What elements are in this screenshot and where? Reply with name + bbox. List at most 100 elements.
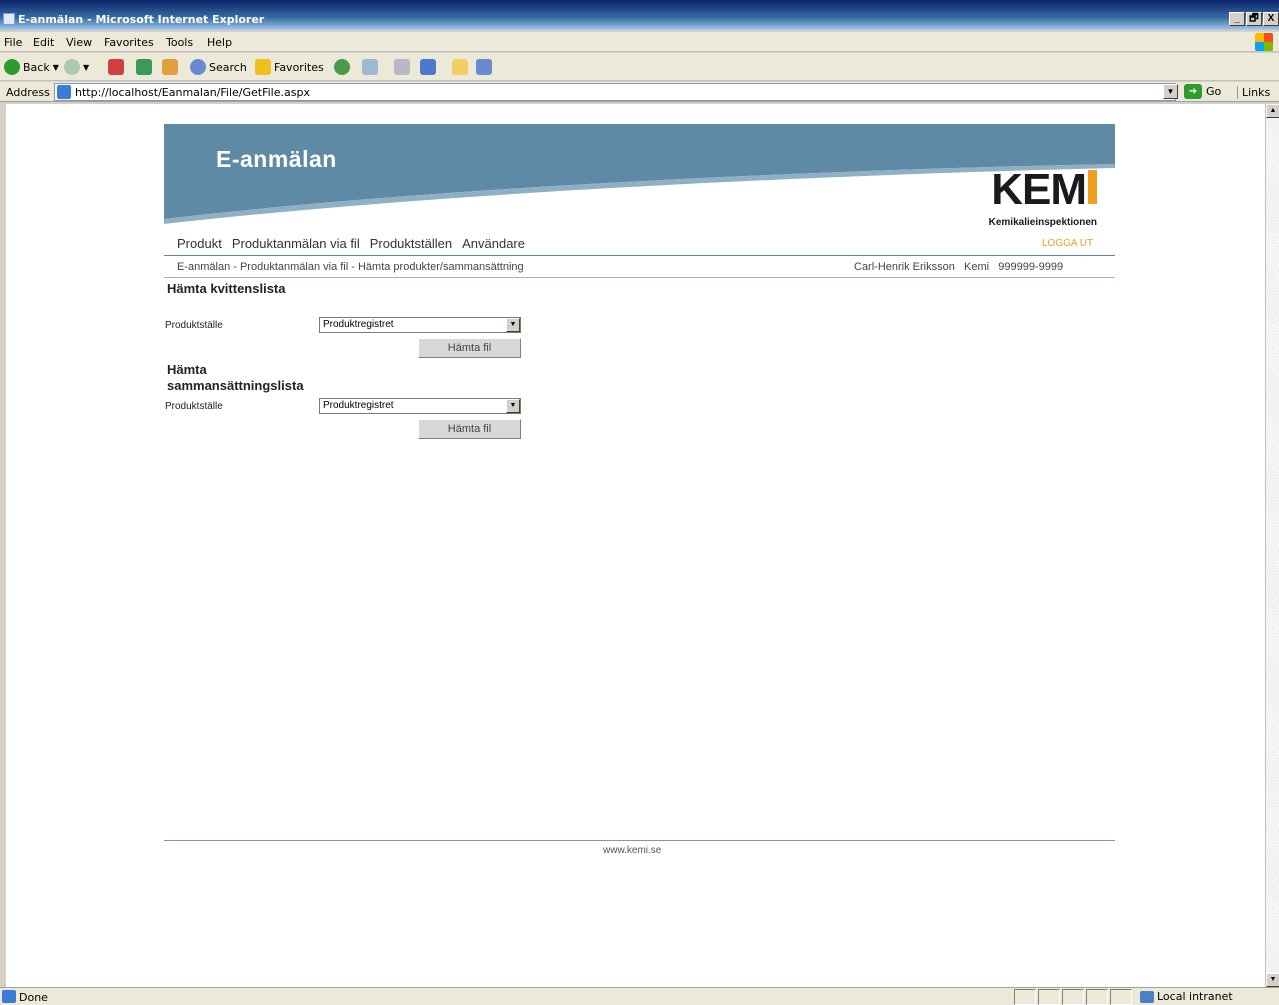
hamta-fil-button[interactable]: Hämta fil xyxy=(418,338,521,358)
back-dropdown-icon: ▼ xyxy=(52,62,59,72)
page-icon xyxy=(57,85,71,99)
nav-anvandare[interactable]: Användare xyxy=(462,236,525,251)
address-bar: Address http://localhost/Eanmalan/File/G… xyxy=(0,82,1279,102)
print-button[interactable] xyxy=(394,59,410,75)
go-button[interactable]: ➔ Go xyxy=(1184,84,1221,99)
forward-button[interactable]: ▼ xyxy=(64,59,89,75)
intranet-icon xyxy=(1140,990,1154,1003)
menu-bar: File Edit View Favorites Tools Help xyxy=(0,32,1279,52)
menu-view[interactable]: View xyxy=(66,36,92,49)
window-title-bar[interactable]: E-anmälan - Microsoft Internet Explorer … xyxy=(0,0,1279,30)
scroll-down-icon[interactable]: ▼ xyxy=(1266,973,1279,987)
user-info: Carl-Henrik Eriksson Kemi 999999-9999 xyxy=(854,261,1064,273)
header-banner: E-anmälan KEM Kemikalieinspektionen xyxy=(164,124,1115,234)
address-url: http://localhost/Eanmalan/File/GetFile.a… xyxy=(75,86,310,99)
produktstalle-select[interactable]: Produktregistret ▼ xyxy=(319,317,521,333)
status-pane xyxy=(1038,989,1060,1005)
banner-graphic xyxy=(164,124,1115,224)
mail-button[interactable] xyxy=(362,59,378,75)
nav-divider xyxy=(164,255,1115,256)
forward-arrow-icon xyxy=(64,59,80,75)
menu-help[interactable]: Help xyxy=(207,36,232,49)
chevron-down-icon[interactable]: ▼ xyxy=(506,399,520,413)
status-bar: Done Local intranet xyxy=(0,987,1279,1005)
scroll-up-icon[interactable]: ▲ xyxy=(1266,104,1279,118)
section-title-kvittenslista: Hämta kvittenslista xyxy=(167,281,286,296)
produktstalle-select[interactable]: Produktregistret ▼ xyxy=(319,398,521,414)
toolbar: Back ▼ ▼ Search Favorites xyxy=(0,53,1279,81)
page-viewport: E-anmälan KEM Kemikalieinspektionen Prod… xyxy=(6,104,1265,987)
close-button[interactable]: X xyxy=(1263,12,1279,26)
breadcrumb: E-anmälan - Produktanmälan via fil - Häm… xyxy=(177,261,524,273)
edit-button[interactable] xyxy=(420,59,436,75)
status-pane xyxy=(1014,989,1036,1005)
hamta-fil-button[interactable]: Hämta fil xyxy=(418,419,521,439)
favorites-button[interactable]: Favorites xyxy=(255,59,324,75)
edit-icon xyxy=(420,59,436,75)
vertical-scrollbar[interactable]: ▲ ▼ xyxy=(1265,104,1279,987)
menu-file[interactable]: File xyxy=(4,36,22,49)
refresh-button[interactable] xyxy=(136,59,152,75)
nav-produktstallen[interactable]: Produktställen xyxy=(370,236,452,251)
logout-link[interactable]: LOGGA UT xyxy=(1042,238,1093,249)
home-icon xyxy=(162,59,178,75)
site-title: E-anmälan xyxy=(216,146,337,172)
messenger-button[interactable] xyxy=(476,59,492,75)
folder-button[interactable] xyxy=(452,59,468,75)
favorites-star-icon xyxy=(255,59,271,75)
home-button[interactable] xyxy=(162,59,178,75)
favorites-label: Favorites xyxy=(274,60,324,74)
search-button[interactable]: Search xyxy=(190,59,247,75)
mail-icon xyxy=(362,59,378,75)
top-navigation: Produkt Produktanmälan via fil Produktst… xyxy=(177,236,535,251)
nav-produkt[interactable]: Produkt xyxy=(177,236,222,251)
produktstalle-select-value: Produktregistret xyxy=(323,319,394,330)
forward-dropdown-icon: ▼ xyxy=(83,62,90,72)
search-icon xyxy=(190,59,206,75)
security-zone: Local intranet xyxy=(1140,990,1233,1003)
kemi-logo[interactable]: KEM xyxy=(991,168,1097,212)
address-label: Address xyxy=(6,86,50,99)
print-icon xyxy=(394,59,410,75)
history-icon xyxy=(334,59,350,75)
messenger-icon xyxy=(476,59,492,75)
footer-link[interactable]: www.kemi.se xyxy=(603,845,661,856)
kemi-logo-text: KEM xyxy=(991,165,1087,214)
go-arrow-icon: ➔ xyxy=(1184,84,1202,99)
breadcrumb-divider xyxy=(164,277,1115,278)
stop-icon xyxy=(108,59,124,75)
menu-edit[interactable]: Edit xyxy=(33,36,54,49)
search-label: Search xyxy=(209,60,247,74)
status-pane xyxy=(1062,989,1084,1005)
maximize-button[interactable]: 🗗 xyxy=(1246,12,1262,26)
footer-divider xyxy=(164,840,1115,841)
status-text: Done xyxy=(19,991,48,1004)
window-title: E-anmälan - Microsoft Internet Explorer xyxy=(18,13,265,26)
field-label-produktstalle: Produktställe xyxy=(165,320,223,331)
produktstalle-select-value: Produktregistret xyxy=(323,400,394,411)
back-label: Back xyxy=(23,60,50,74)
windows-logo-icon xyxy=(1255,33,1273,51)
address-dropdown-button[interactable]: ▼ xyxy=(1163,84,1178,99)
address-input[interactable]: http://localhost/Eanmalan/File/GetFile.a… xyxy=(54,83,1176,101)
nav-produktanmalan-via-fil[interactable]: Produktanmälan via fil xyxy=(232,236,360,251)
folder-icon xyxy=(452,59,468,75)
menu-favorites[interactable]: Favorites xyxy=(104,36,154,49)
status-pane xyxy=(1086,989,1108,1005)
menu-tools[interactable]: Tools xyxy=(166,36,193,49)
minimize-button[interactable]: _ xyxy=(1229,12,1245,26)
chevron-down-icon[interactable]: ▼ xyxy=(506,318,520,332)
field-label-produktstalle: Produktställe xyxy=(165,401,223,412)
links-button[interactable]: Links xyxy=(1237,86,1270,99)
page-status-icon xyxy=(2,990,16,1003)
back-arrow-icon xyxy=(4,59,20,75)
back-button[interactable]: Back ▼ xyxy=(4,59,59,75)
stop-button[interactable] xyxy=(108,59,124,75)
ie-icon xyxy=(3,13,15,25)
history-button[interactable] xyxy=(334,59,350,75)
window-controls: _ 🗗 X xyxy=(1229,12,1279,26)
kemi-logo-subtitle: Kemikalieinspektionen xyxy=(988,217,1097,228)
refresh-icon xyxy=(136,59,152,75)
kemi-logo-bar-icon xyxy=(1088,170,1097,204)
section-title-sammansattningslista: Hämta sammansättningslista xyxy=(167,362,304,393)
